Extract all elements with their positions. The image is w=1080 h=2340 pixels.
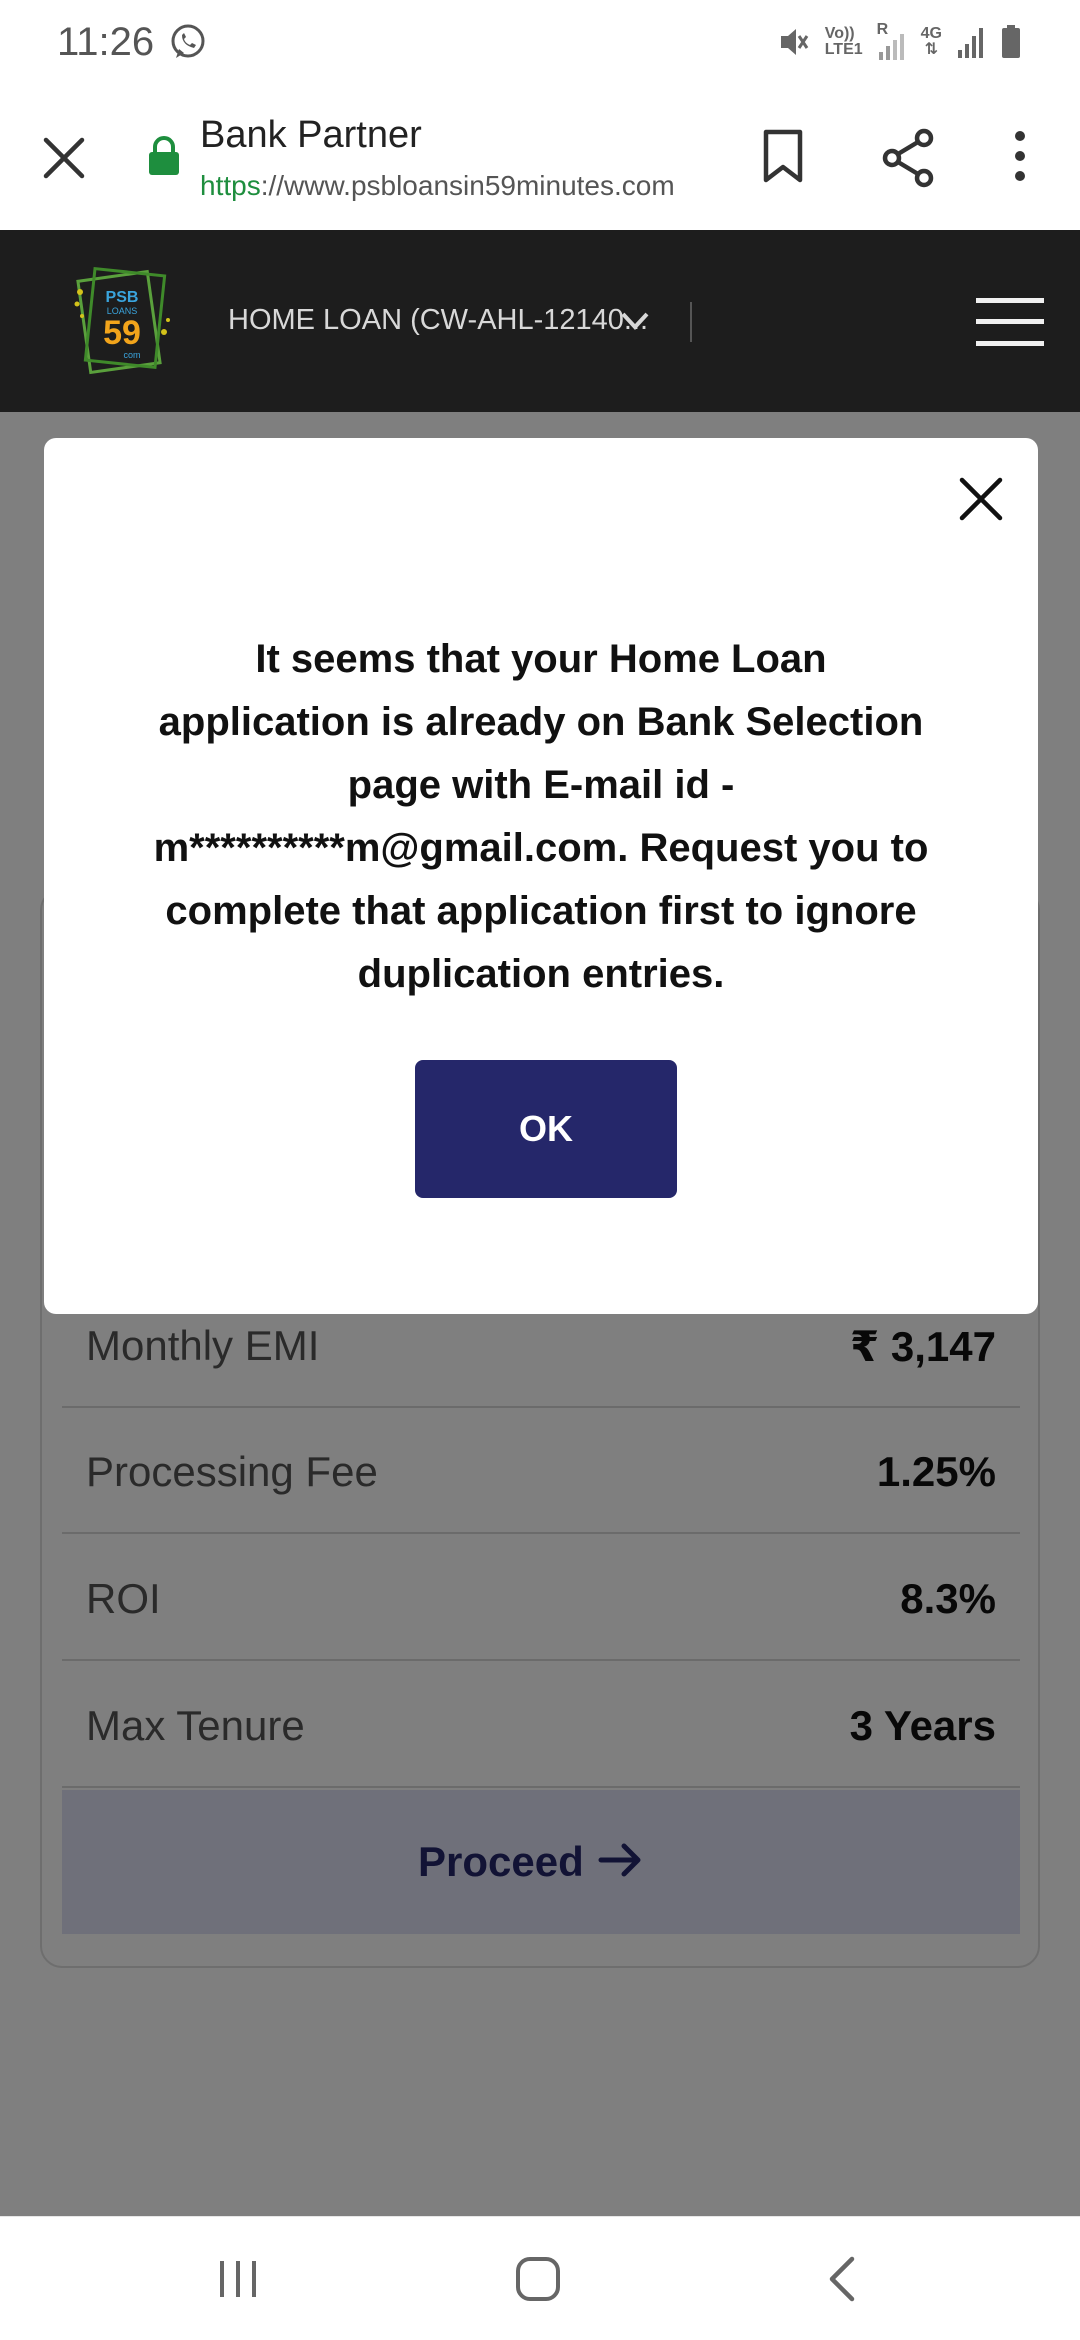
status-time: 11:26 xyxy=(57,20,155,64)
screen: 11:26 Vo)) LTE1 R 4G ⇅ Bank Partner http… xyxy=(0,0,1080,2340)
site-header: PSB LOANS 59 com HOME LOAN (CW-AHL-12140… xyxy=(0,230,1080,412)
volte-label: Vo)) LTE1 xyxy=(824,25,863,58)
ok-button[interactable]: OK xyxy=(415,1060,677,1198)
psb-loans-59-logo[interactable]: PSB LOANS 59 com xyxy=(72,262,172,380)
bookmark-icon[interactable] xyxy=(760,128,806,184)
site-title: Bank Partner xyxy=(200,114,422,156)
signal-sim2-icon xyxy=(958,28,983,58)
roaming-signal: R xyxy=(877,22,907,62)
back-icon[interactable] xyxy=(824,2255,860,2303)
loan-application-select[interactable]: HOME LOAN (CW-AHL-12140... xyxy=(228,300,690,344)
duplicate-application-dialog: It seems that your Home Loan application… xyxy=(44,438,1038,1314)
battery-icon xyxy=(1002,25,1020,58)
status-icons: Vo)) LTE1 R 4G ⇅ xyxy=(777,20,1022,64)
chevron-down-icon xyxy=(621,312,649,330)
system-nav-bar xyxy=(0,2216,1080,2340)
svg-text:59: 59 xyxy=(103,314,141,352)
signal-sim1-icon xyxy=(878,34,904,60)
svg-text:PSB: PSB xyxy=(106,289,139,306)
close-dialog-icon[interactable] xyxy=(956,474,1006,524)
dialog-message: It seems that your Home Loan application… xyxy=(153,637,929,996)
svg-text:com: com xyxy=(123,350,140,360)
close-tab-icon[interactable] xyxy=(40,134,88,182)
data-4g-label: 4G ⇅ xyxy=(920,25,942,58)
site-url[interactable]: https://www.psbloansin59minutes.com xyxy=(200,170,675,202)
mute-icon xyxy=(780,29,808,55)
recent-apps-icon[interactable] xyxy=(216,2257,260,2301)
browser-toolbar: Bank Partner https://www.psbloansin59min… xyxy=(0,84,1080,230)
more-options-icon[interactable] xyxy=(1004,128,1036,188)
lock-icon[interactable] xyxy=(146,136,182,176)
share-icon[interactable] xyxy=(880,128,936,188)
hamburger-menu-icon[interactable] xyxy=(976,296,1044,348)
select-divider xyxy=(690,302,692,342)
status-bar: 11:26 Vo)) LTE1 R 4G ⇅ xyxy=(0,0,1080,84)
whatsapp-icon xyxy=(171,24,205,58)
home-icon[interactable] xyxy=(514,2255,562,2303)
